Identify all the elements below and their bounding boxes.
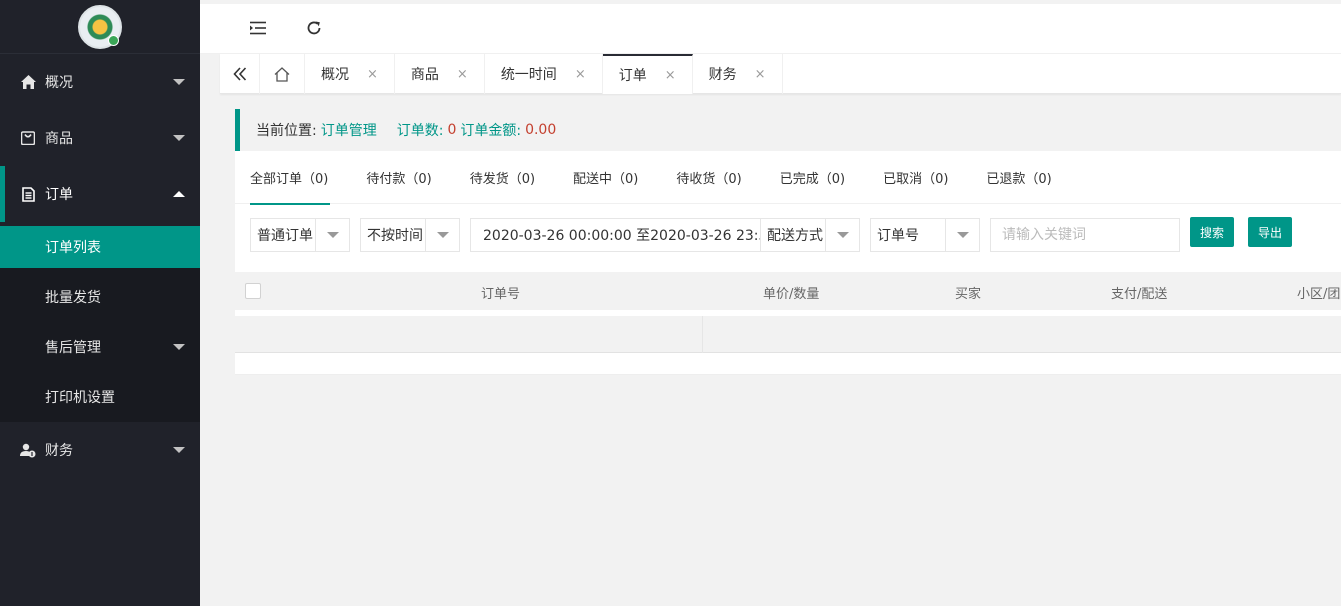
close-icon[interactable]: × — [665, 68, 676, 83]
order-tab-unpaid[interactable]: 待付款（0) — [366, 151, 431, 204]
home-outline-icon — [274, 66, 290, 82]
chevron-down-icon — [173, 344, 185, 350]
sidebar-item-finance[interactable]: 财务 — [0, 422, 200, 478]
chevron-down-icon — [825, 219, 859, 251]
time-mode-value: 不按时间 — [367, 228, 423, 244]
table-row — [235, 316, 1341, 353]
sidebar-subitem-printer-settings[interactable]: 打印机设置 — [0, 372, 200, 422]
sidebar-subitem-label: 订单列表 — [45, 240, 101, 256]
order-tab-to-receive[interactable]: 待收货（0) — [676, 151, 741, 204]
export-button[interactable]: 导出 — [1248, 217, 1292, 247]
tab-label: 商品 — [410, 67, 439, 83]
order-count-value: 0 — [447, 122, 457, 138]
breadcrumb-prefix: 当前位置: — [256, 123, 317, 139]
date-range-input[interactable]: 2020-03-26 00:00:00 至2020-03-26 23:59:59 — [470, 218, 762, 252]
order-count-label: 订单数: — [396, 123, 444, 139]
breadcrumb: 当前位置: 订单管理 订单数: 0 订单金额: 0.00 — [235, 109, 1341, 151]
search-button[interactable]: 搜索 — [1190, 217, 1234, 247]
table-footer — [235, 353, 1341, 375]
order-tab-all[interactable]: 全部订单（0) — [250, 151, 331, 205]
column-buyer: 买家 — [955, 287, 982, 302]
order-tab-to-ship[interactable]: 待发货（0) — [470, 151, 535, 204]
chevron-down-icon — [945, 219, 979, 251]
shopping-bag-icon — [20, 130, 36, 146]
keyword-search-input[interactable] — [990, 218, 1180, 252]
table-cell — [235, 316, 703, 353]
chevron-down-icon — [173, 447, 185, 453]
tab-label: 订单 — [618, 68, 647, 84]
order-amount-value: 0.00 — [525, 122, 557, 138]
tabs-scroll-left-button[interactable] — [220, 54, 260, 94]
order-type-value: 普通订单 — [257, 228, 313, 244]
sidebar-submenu-orders: 订单列表 批量发货 售后管理 打印机设置 — [0, 226, 200, 422]
column-order-no: 订单号 — [481, 287, 521, 302]
order-tab-refunded[interactable]: 已退款（0) — [986, 151, 1051, 204]
refresh-icon[interactable] — [304, 18, 324, 38]
search-field-select[interactable]: 订单号 — [870, 218, 980, 252]
tab-label: 统一时间 — [500, 67, 557, 83]
sidebar-subitem-batch-shipping[interactable]: 批量发货 — [0, 272, 200, 322]
double-chevron-left-icon — [232, 67, 246, 81]
tab-overview[interactable]: 概况 × — [305, 54, 395, 94]
tab-unified-time[interactable]: 统一时间 × — [485, 54, 603, 94]
home-icon — [20, 74, 36, 90]
finance-icon — [20, 442, 36, 458]
sidebar-subitem-after-sales[interactable]: 售后管理 — [0, 322, 200, 372]
tab-label: 概况 — [321, 67, 349, 83]
sidebar-item-overview[interactable]: 概况 — [0, 54, 200, 110]
column-price-qty: 单价/数量 — [763, 287, 820, 302]
tab-label: 财务 — [708, 67, 737, 83]
chevron-down-icon — [173, 79, 185, 85]
tab-orders[interactable]: 订单 × — [602, 54, 693, 94]
sidebar-subitem-label: 批量发货 — [45, 290, 101, 306]
logo-area — [0, 0, 200, 54]
time-mode-select[interactable]: 不按时间 — [360, 218, 460, 252]
filter-bar: 普通订单 不按时间 2020-03-26 00:00:00 至2020-03-2… — [250, 217, 1340, 252]
delivery-method-value: 配送方式 — [767, 228, 823, 244]
order-tab-delivering[interactable]: 配送中（0) — [573, 151, 638, 204]
sidebar-item-goods[interactable]: 商品 — [0, 110, 200, 166]
close-icon[interactable]: × — [755, 67, 766, 82]
chevron-up-icon — [173, 191, 185, 197]
sidebar-item-orders[interactable]: 订单 — [0, 166, 200, 222]
tab-home[interactable] — [260, 54, 305, 94]
document-icon — [20, 186, 36, 202]
chevron-down-icon — [315, 219, 349, 251]
top-header — [200, 0, 1341, 54]
column-payment-delivery: 支付/配送 — [1111, 287, 1168, 302]
sidebar-item-label: 概况 — [45, 75, 73, 91]
sidebar-subitem-label: 售后管理 — [45, 340, 101, 356]
close-icon[interactable]: × — [575, 67, 586, 82]
close-icon[interactable]: × — [457, 67, 468, 82]
column-community-group: 小区/团 — [1297, 287, 1341, 302]
select-all-checkbox[interactable] — [245, 283, 261, 299]
tab-finance[interactable]: 财务 × — [693, 54, 783, 94]
chevron-down-icon — [173, 135, 185, 141]
date-range-value: 2020-03-26 00:00:00 至2020-03-26 23:59:59 — [483, 228, 761, 244]
order-amount-label: 订单金额: — [460, 123, 522, 139]
menu-fold-icon[interactable] — [248, 18, 268, 38]
breadcrumb-current: 订单管理 — [320, 123, 377, 139]
sidebar-item-label: 财务 — [45, 443, 73, 459]
order-tab-cancelled[interactable]: 已取消（0) — [883, 151, 948, 204]
table-header: 订单号 单价/数量 买家 支付/配送 小区/团 — [235, 272, 1341, 310]
delivery-method-select[interactable]: 配送方式 — [760, 218, 860, 252]
logo[interactable] — [78, 4, 122, 49]
order-panel: 全部订单（0) 待付款（0) 待发货（0) 配送中（0) 待收货（0) 已完成（… — [235, 151, 1341, 375]
sidebar-item-label: 订单 — [45, 187, 73, 203]
sidebar-item-label: 商品 — [45, 131, 73, 147]
order-status-tabs: 全部订单（0) 待付款（0) 待发货（0) 配送中（0) 待收货（0) 已完成（… — [235, 151, 1341, 205]
sidebar-subitem-label: 打印机设置 — [45, 390, 115, 406]
order-type-select[interactable]: 普通订单 — [250, 218, 350, 252]
tab-goods[interactable]: 商品 × — [395, 54, 485, 94]
sidebar-subitem-order-list[interactable]: 订单列表 — [0, 226, 200, 268]
sidebar: 概况 商品 订单 订单列表 批量发货 售后管理 打印机设置 财务 — [0, 0, 200, 606]
chevron-down-icon — [425, 219, 459, 251]
close-icon[interactable]: × — [367, 67, 378, 82]
page-tabs: 概况 × 商品 × 统一时间 × 订单 × 财务 × — [220, 54, 1341, 94]
search-field-value: 订单号 — [877, 228, 919, 244]
order-tab-completed[interactable]: 已完成（0) — [780, 151, 845, 204]
